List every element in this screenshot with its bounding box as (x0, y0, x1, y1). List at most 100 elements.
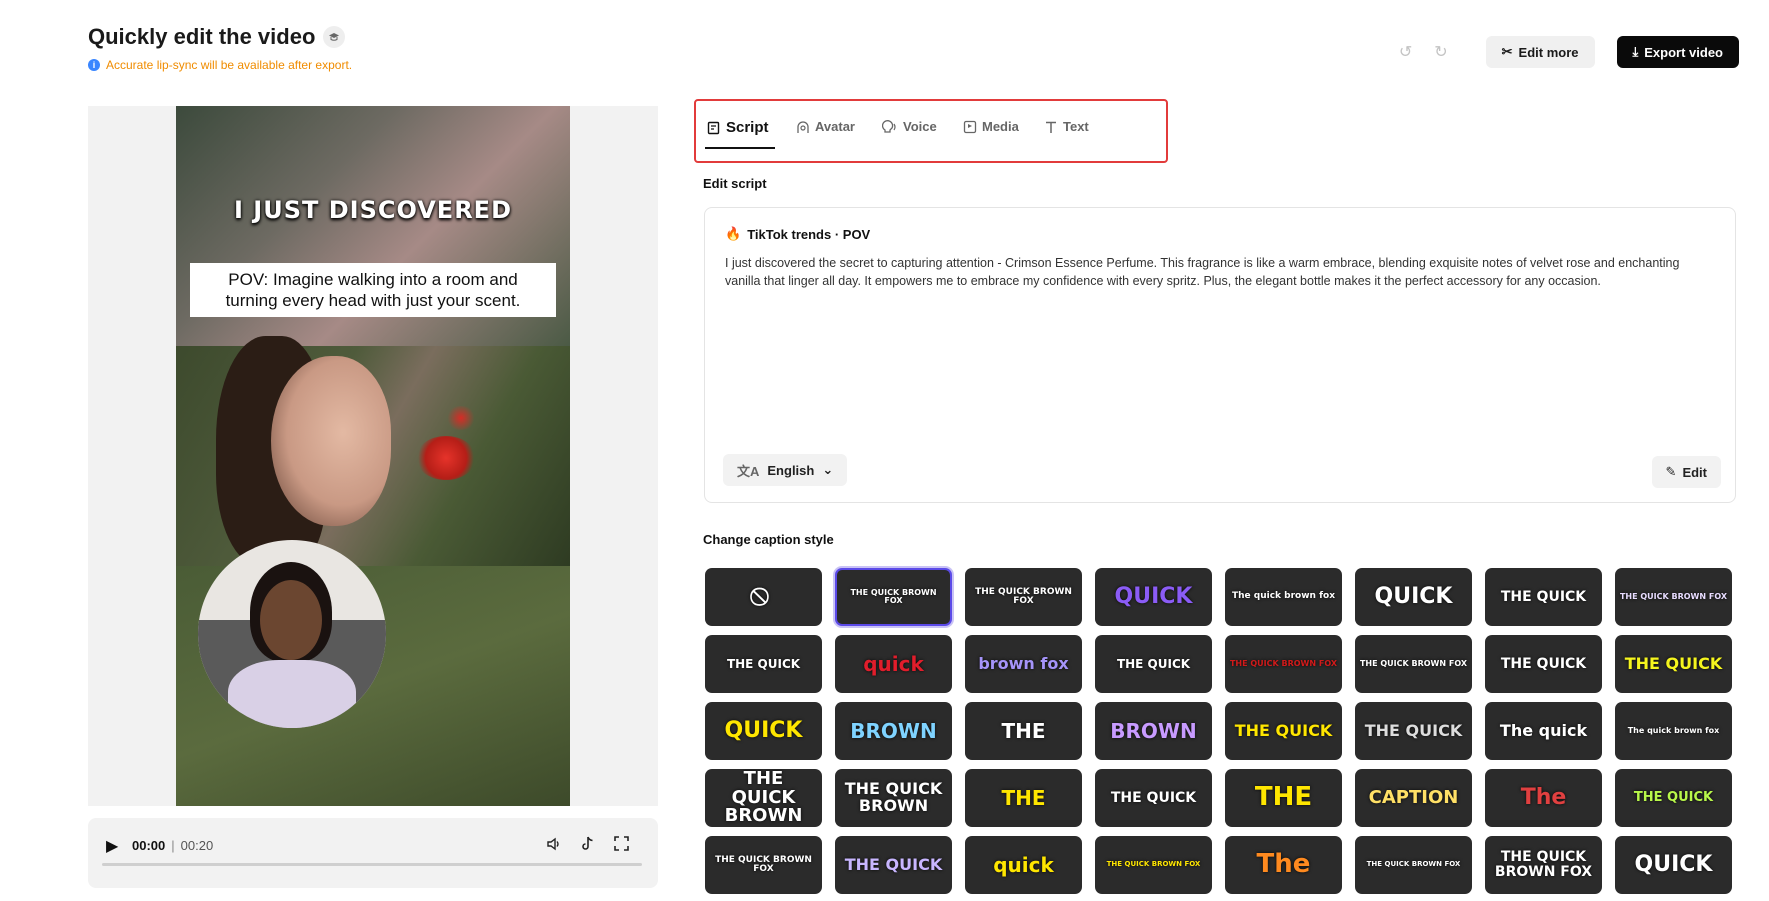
avatar-overlay[interactable] (198, 540, 386, 728)
caption-style-none[interactable]: ⃠ (705, 568, 822, 626)
caption-style-tile[interactable]: THE (965, 769, 1082, 827)
caption-style-tile[interactable]: The quick brown fox (1615, 702, 1732, 760)
caption-style-preview: THE QUICK (1110, 789, 1197, 806)
caption-style-preview: THE QUICK (1116, 656, 1191, 671)
lip-sync-notice: i Accurate lip-sync will be available af… (88, 58, 352, 72)
caption-style-preview: BROWN (1110, 718, 1197, 743)
script-icon (707, 121, 720, 134)
script-tag-label: TikTok trends · POV (747, 226, 871, 242)
caption-style-tile[interactable]: THE QUICK BROWN FOX (1095, 836, 1212, 894)
caption-style-tile[interactable]: THE QUICK BROWN FOX (1485, 836, 1602, 894)
caption-style-tile[interactable]: The quick brown fox (1225, 568, 1342, 626)
caption-style-heading: Change caption style (703, 532, 834, 547)
caption-style-tile[interactable]: QUICK (1615, 836, 1732, 894)
caption-style-preview: THE (1254, 782, 1313, 813)
scissors-icon: ✂ (1501, 44, 1513, 59)
media-icon (963, 120, 977, 133)
caption-style-tile[interactable]: THE QUICK BROWN FOX (1355, 635, 1472, 693)
caption-style-tile[interactable]: THE QUICK (1095, 635, 1212, 693)
caption-style-preview: THE QUICK (1633, 790, 1714, 806)
caption-style-tile[interactable]: THE QUICK BROWN (835, 769, 952, 827)
editor-tabs: Script Avatar Voice Media Text (694, 99, 1168, 163)
caption-style-tile[interactable]: QUICK (1095, 568, 1212, 626)
caption-style-preview: CAPTION (1368, 786, 1459, 808)
caption-style-tile[interactable]: THE QUICK (1615, 635, 1732, 693)
caption-style-tile[interactable]: THE QUICK BROWN FOX (705, 836, 822, 894)
caption-style-tile[interactable]: THE QUICK (1485, 635, 1602, 693)
voice-icon (882, 119, 896, 133)
tab-script[interactable]: Script (707, 119, 769, 136)
script-text[interactable]: I just discovered the secret to capturin… (725, 254, 1715, 290)
caption-style-tile[interactable]: THE QUICK BROWN FOX (1615, 568, 1732, 626)
caption-style-tile[interactable]: THE (965, 702, 1082, 760)
caption-style-preview: quick (863, 651, 924, 676)
active-tab-indicator (705, 147, 775, 149)
time-readout: 00:00 | 00:20 (132, 838, 214, 853)
caption-style-tile[interactable]: THE QUICK (1095, 769, 1212, 827)
tab-text-label: Text (1063, 119, 1089, 134)
caption-style-tile[interactable]: quick (965, 836, 1082, 894)
play-icon[interactable]: ▶ (106, 836, 118, 856)
no-caption-icon: ⃠ (760, 588, 768, 607)
caption-style-preview: THE QUICK (1500, 655, 1587, 672)
edit-more-label: Edit more (1518, 44, 1579, 60)
caption-style-tile[interactable]: THE QUICK (1225, 702, 1342, 760)
caption-style-tile[interactable]: BROWN (835, 702, 952, 760)
caption-style-preview: THE QUICK BROWN FOX (1366, 860, 1461, 869)
caption-style-tile[interactable]: THE QUICK (1485, 568, 1602, 626)
tab-avatar[interactable]: Avatar (796, 119, 855, 134)
caption-style-tile[interactable]: THE (1225, 769, 1342, 827)
tab-avatar-label: Avatar (815, 119, 855, 134)
caption-style-preview: THE QUICK BROWN FOX (1106, 860, 1201, 869)
redo-icon[interactable]: ↻ (1434, 42, 1447, 62)
caption-style-tile[interactable]: THE QUICK (1615, 769, 1732, 827)
edit-script-button[interactable]: ✎ Edit (1651, 456, 1721, 488)
tiktok-icon[interactable] (580, 836, 595, 856)
caption-style-tile[interactable]: brown fox (965, 635, 1082, 693)
language-select[interactable]: 文A English ⌄ (723, 454, 848, 486)
caption-style-tile[interactable]: QUICK (1355, 568, 1472, 626)
caption-style-tile[interactable]: The (1225, 836, 1342, 894)
undo-icon[interactable]: ↺ (1399, 42, 1412, 62)
caption-style-tile[interactable]: The (1485, 769, 1602, 827)
page: Quickly edit the video i Accurate lip-sy… (0, 0, 1769, 901)
caption-style-preview: brown fox (978, 653, 1069, 673)
caption-style-preview: The quick brown fox (1627, 725, 1720, 735)
caption-style-tile[interactable]: THE QUICK (705, 635, 822, 693)
pencil-icon: ✎ (1665, 464, 1677, 479)
caption-style-preview: THE QUICK (1624, 653, 1723, 673)
duration: 00:20 (180, 838, 214, 853)
caption-style-preview: THE (1001, 785, 1046, 810)
edit-label: Edit (1682, 464, 1707, 480)
caption-style-preview: BROWN (850, 718, 937, 743)
video-preview[interactable]: I JUST DISCOVERED POV: Imagine walking i… (88, 106, 658, 806)
caption-style-tile[interactable]: The quick (1485, 702, 1602, 760)
tab-voice[interactable]: Voice (882, 119, 937, 134)
volume-icon[interactable] (546, 836, 562, 856)
script-template-tag: 🔥 TikTok trends · POV (725, 226, 870, 242)
export-video-button[interactable]: ⤓ Export video (1616, 36, 1739, 68)
tab-media[interactable]: Media (963, 119, 1019, 134)
header-actions: ↺ ↻ ✂ Edit more ⤓ Export video (1399, 36, 1739, 68)
tab-text[interactable]: Text (1044, 119, 1089, 134)
tutorial-icon[interactable] (323, 26, 346, 48)
caption-style-preview: THE QUICK (1234, 720, 1333, 740)
caption-style-tile[interactable]: THE QUICK BROWN FOX (965, 568, 1082, 626)
progress-bar[interactable] (102, 863, 642, 866)
caption-style-tile[interactable]: THE QUICK BROWN FOX (835, 568, 952, 626)
caption-style-tile[interactable]: THE QUICK (835, 836, 952, 894)
caption-style-preview: THE QUICK BROWN FOX (715, 854, 812, 874)
caption-style-tile[interactable]: QUICK (705, 702, 822, 760)
caption-style-tile[interactable]: CAPTION (1355, 769, 1472, 827)
caption-style-tile[interactable]: THE QUICK BROWN (705, 769, 822, 827)
caption-style-tile[interactable]: quick (835, 635, 952, 693)
fullscreen-icon[interactable] (614, 836, 629, 855)
caption-style-tile[interactable]: THE QUICK BROWN FOX (1355, 836, 1472, 894)
caption-style-tile[interactable]: THE QUICK BROWN FOX (1225, 635, 1342, 693)
caption-style-tile[interactable]: THE QUICK (1355, 702, 1472, 760)
caption-style-preview: The (1520, 785, 1567, 811)
caption-style-tile[interactable]: BROWN (1095, 702, 1212, 760)
edit-more-button[interactable]: ✂ Edit more (1485, 36, 1595, 68)
avatar-icon (797, 120, 809, 133)
notice-text: Accurate lip-sync will be available afte… (106, 58, 353, 72)
